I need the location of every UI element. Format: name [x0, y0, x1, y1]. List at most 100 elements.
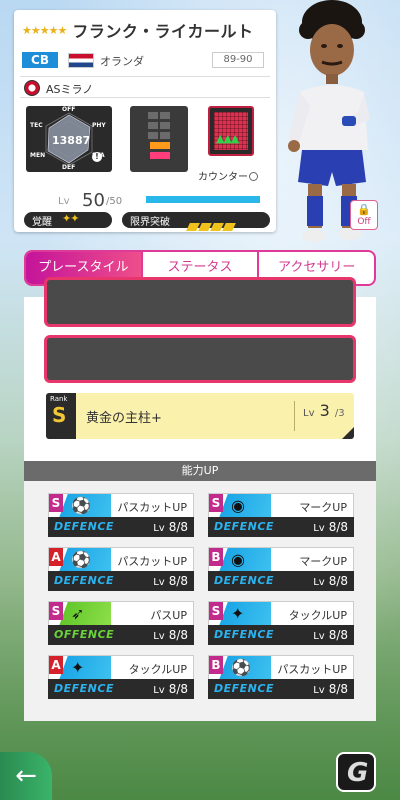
stat-radar[interactable]: OFF PHY STA DEF MEN TEC 13887 ! [26, 106, 112, 172]
awaken-pill: 覚醒 ✦✦ [24, 212, 112, 228]
ability-tile[interactable]: S ➶ パスUP OFFENCE Lv 8/8 [48, 601, 194, 645]
tackle-icon: ✦ [71, 658, 85, 677]
radar-label-tec: TEC [30, 122, 43, 129]
ability-art: S ✦ [209, 602, 271, 626]
level-prefix: Lv [58, 196, 70, 207]
lock-icon: 🔒 [357, 203, 371, 216]
limit-break-label: 限界突破 [130, 217, 170, 228]
ability-tile-bottom: DEFENCE Lv 8/8 [208, 571, 354, 591]
radar-label-off: OFF [62, 106, 76, 113]
ability-name: パスUP [150, 609, 187, 622]
ability-rank: B [209, 656, 223, 674]
ability-category: DEFENCE [54, 682, 114, 695]
ability-category: DEFENCE [214, 574, 274, 587]
club-crest-icon [24, 80, 40, 96]
ability-art: B ◉ [209, 548, 271, 572]
rank-label: Rank [50, 395, 68, 403]
status-row: 覚醒 ✦✦ 限界突破 [24, 212, 270, 231]
ability-name: パスカットUP [117, 501, 187, 514]
ability-header: 能力UP [24, 461, 376, 481]
gamer-logo-icon: G [336, 752, 376, 792]
limit-break-bar [222, 223, 236, 231]
ability-tile-top: B ◉ マークUP [208, 547, 354, 572]
level-value: 50 [82, 190, 105, 211]
ability-art: B ⚽ [209, 656, 271, 680]
radar-label-phy: PHY [92, 122, 106, 129]
limit-break-pill: 限界突破 [122, 212, 270, 231]
ability-tile-top: A ⚽ パスカットUP [48, 547, 194, 572]
ability-level: Lv 8/8 [313, 574, 348, 588]
ability-level: Lv 8/8 [313, 628, 348, 642]
position-row: CB オランダ 89-90 [22, 52, 272, 70]
ability-tile-bottom: DEFENCE Lv 8/8 [48, 517, 194, 537]
radar-label-def: DEF [62, 164, 76, 171]
ability-category: OFFENCE [54, 628, 115, 641]
netherlands-flag-icon [68, 53, 94, 68]
ability-level: Lv 8/8 [313, 520, 348, 534]
play-style-content: Rank S 黄金の主柱+ Lv 3 /3 能力UP S ⚽ パスカットUP DEFE… [24, 277, 376, 721]
ability-level: Lv 8/8 [153, 520, 188, 534]
ability-rank: A [49, 656, 63, 674]
ability-tile-top: B ⚽ パスカットUP [208, 655, 354, 680]
ability-name: パスカットUP [117, 555, 187, 568]
level-progress-fill [146, 196, 260, 203]
skill-panel[interactable]: ▲▲▲ [208, 106, 254, 156]
play-style-slot-empty[interactable] [44, 277, 356, 327]
play-style-card[interactable]: Rank S 黄金の主柱+ Lv 3 /3 [46, 393, 354, 439]
ability-tile-top: S ➶ パスUP [48, 601, 194, 626]
ability-tile-bottom: DEFENCE Lv 8/8 [208, 679, 354, 699]
level-row: Lv 50 /50 [50, 190, 260, 211]
ability-tile[interactable]: B ◉ マークUP DEFENCE Lv 8/8 [208, 547, 354, 591]
info-icon[interactable]: ! [92, 152, 102, 162]
play-style-slot-empty[interactable] [44, 335, 356, 383]
ability-level: Lv 8/8 [313, 682, 348, 696]
ability-category: DEFENCE [54, 520, 114, 533]
ability-name: マークUP [299, 555, 347, 568]
position-badge: CB [22, 52, 58, 68]
ability-category: DEFENCE [214, 628, 274, 641]
tackle-icon: ✦ [231, 604, 245, 623]
ability-tile-top: A ✦ タックルUP [48, 655, 194, 680]
ability-rank: B [209, 548, 223, 566]
radar-total: 13887 [52, 134, 91, 147]
ability-category: DEFENCE [214, 520, 274, 533]
lock-toggle-button[interactable]: 🔒 Off [350, 200, 378, 230]
ability-rank: S [209, 602, 223, 620]
level-progress-bar [146, 196, 260, 203]
awaken-diamond-icon: ✦✦ [62, 212, 79, 225]
ability-category: DEFENCE [214, 682, 274, 695]
ability-art: S ◉ [209, 494, 271, 518]
awaken-label: 覚醒 [32, 217, 52, 228]
ability-tile-bottom: OFFENCE Lv 8/8 [48, 625, 194, 645]
ability-tile[interactable]: S ✦ タックルUP DEFENCE Lv 8/8 [208, 601, 354, 645]
ability-art: S ➶ [49, 602, 111, 626]
club-name: ASミラノ [46, 83, 94, 96]
level-max: /50 [106, 196, 123, 207]
ability-rank: S [49, 602, 63, 620]
back-arrow-icon[interactable]: ← [0, 752, 52, 800]
ability-tile[interactable]: A ✦ タックルUP DEFENCE Lv 8/8 [48, 655, 194, 699]
ability-name: タックルUP [128, 663, 187, 676]
limit-break-bars [186, 216, 236, 235]
skill-ring-icon [249, 172, 258, 181]
ability-tile[interactable]: A ⚽ パスカットUP DEFENCE Lv 8/8 [48, 547, 194, 591]
skill-label: カウンター [198, 168, 258, 183]
mark-icon: ◉ [231, 550, 245, 569]
ability-art: A ⚽ [49, 548, 111, 572]
pass-icon: ➶ [71, 604, 85, 623]
play-style-level: Lv 3 /3 [294, 401, 345, 431]
ability-tile[interactable]: B ⚽ パスカットUP DEFENCE Lv 8/8 [208, 655, 354, 699]
season-badge: 89-90 [212, 52, 264, 68]
ability-tile-bottom: DEFENCE Lv 8/8 [48, 679, 194, 699]
ability-tile-top: S ✦ タックルUP [208, 601, 354, 626]
ability-art: A ✦ [49, 656, 111, 680]
player-name: フランク・ライカールト [72, 22, 254, 41]
ability-name: タックルUP [288, 609, 347, 622]
boot-ball-icon: ⚽ [231, 658, 251, 677]
ability-tile[interactable]: S ⚽ パスカットUP DEFENCE Lv 8/8 [48, 493, 194, 537]
player-name-row: ★★★★★ フランク・ライカールト [22, 18, 254, 42]
play-style-name: 黄金の主柱+ [86, 411, 162, 426]
ability-tile[interactable]: S ◉ マークUP DEFENCE Lv 8/8 [208, 493, 354, 537]
ability-name: マークUP [299, 501, 347, 514]
ability-rank: S [209, 494, 223, 512]
